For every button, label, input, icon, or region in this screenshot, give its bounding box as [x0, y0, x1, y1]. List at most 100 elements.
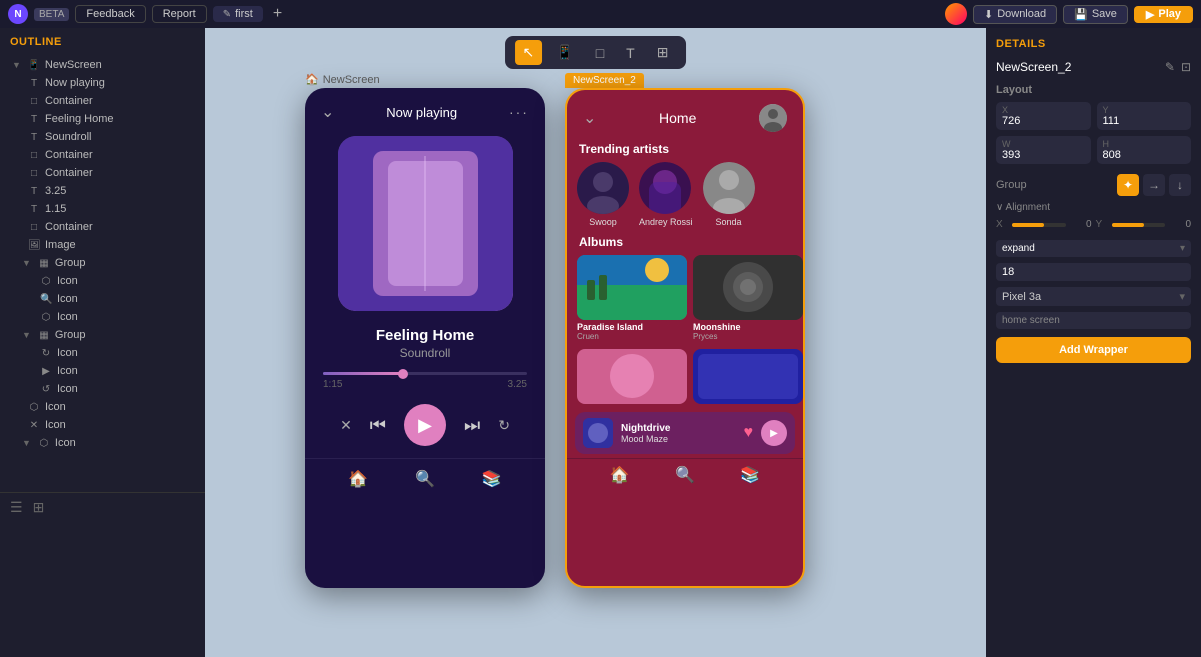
pointer-tool[interactable]: ↖ [515, 40, 543, 65]
prev-button[interactable]: ⏮ [370, 415, 386, 436]
now-playing-bar: Nightdrive Mood Maze ♥ ▶ [575, 412, 795, 454]
sidebar-item-group1[interactable]: ▼ ▦ Group [0, 254, 205, 272]
play-button[interactable]: ▶ Play [1134, 6, 1193, 23]
npb-artist: Mood Maze [621, 434, 736, 444]
sidebar-item-icon4[interactable]: ↻ Icon [0, 344, 205, 362]
sidebar-item-icon9[interactable]: ▼ ⬡ Icon [0, 434, 205, 452]
save-button[interactable]: 💾 Save [1063, 5, 1128, 24]
h-label: H [1103, 139, 1186, 149]
edit-name-icon[interactable]: ✎ [1165, 60, 1175, 74]
search-nav-icon[interactable]: 🔍 [415, 469, 435, 489]
group-arrow-right-btn[interactable]: → [1143, 174, 1165, 196]
details-header: DETAILS [996, 38, 1191, 50]
albums-grid-2 [567, 345, 803, 408]
play-pause-button[interactable]: ▶ [404, 404, 446, 446]
expand-dropdown[interactable]: expand ▾ [996, 240, 1191, 257]
icon-type: ↺ [40, 384, 52, 395]
artist-photo [577, 162, 629, 214]
y-field[interactable]: Y 111 [1097, 102, 1192, 130]
frame-icon[interactable]: ⊡ [1181, 60, 1191, 74]
x-value: 726 [1002, 115, 1085, 127]
icon-type: 🔍 [40, 294, 52, 305]
add-tab-button[interactable]: + [269, 5, 286, 23]
y-align-slider[interactable] [1112, 223, 1166, 227]
sidebar-item-container4[interactable]: □ Container [0, 218, 205, 236]
icon-type: ⬡ [40, 276, 52, 287]
group-arrow-down-btn[interactable]: ↓ [1169, 174, 1191, 196]
library-nav-icon[interactable]: 📚 [482, 469, 502, 489]
sidebar-item-soundroll[interactable]: T Soundroll [0, 128, 205, 146]
sidebar-item-icon7[interactable]: ⬡ Icon [0, 398, 205, 416]
first-tab[interactable]: ✎ first [213, 6, 263, 22]
artist-item: Swoop [577, 162, 629, 227]
npb-info: Nightdrive Mood Maze [621, 423, 736, 444]
download-button[interactable]: ⬇ Download [973, 5, 1057, 24]
screen1-phone: ⌄ Now playing ··· Feeling Home S [305, 88, 545, 588]
artist-item: Sonda [703, 162, 755, 227]
sidebar-item-icon1[interactable]: ⬡ Icon [0, 272, 205, 290]
sidebar-item-image[interactable]: 🖼 Image [0, 236, 205, 254]
home-nav-icon[interactable]: 🏠 [348, 469, 368, 489]
sidebar-item-icon8[interactable]: ✕ Icon [0, 416, 205, 434]
beta-badge: BETA [34, 8, 69, 21]
caret-icon: ▼ [12, 60, 21, 70]
sidebar-item-icon2[interactable]: 🔍 Icon [0, 290, 205, 308]
home-icon[interactable]: 🏠 [610, 465, 630, 485]
report-button[interactable]: Report [152, 5, 207, 23]
w-field[interactable]: W 393 [996, 136, 1091, 164]
h-field[interactable]: H 808 [1097, 136, 1192, 164]
sidebar-item-icon3[interactable]: ⬡ Icon [0, 308, 205, 326]
heart-icon[interactable]: ♥ [744, 424, 754, 442]
x-align-row: X 0 [996, 219, 1092, 230]
device-dropdown[interactable]: Pixel 3a ▾ [996, 287, 1191, 306]
y-align-label: Y [1096, 219, 1106, 230]
rect-tool[interactable]: □ [588, 41, 612, 65]
sidebar-item-group2[interactable]: ▼ ▦ Group [0, 326, 205, 344]
artist-photo [703, 162, 755, 214]
search-icon[interactable]: 🔍 [675, 465, 695, 485]
layers-icon[interactable]: ☰ [10, 499, 23, 516]
y-align-fill [1112, 223, 1144, 227]
outline-sidebar: OUTLINE ▼ 📱 NewScreen T Now playing □ Co… [0, 28, 205, 657]
library-icon[interactable]: 📚 [740, 465, 760, 485]
album-art-3 [577, 349, 687, 404]
playback-controls: ✕ ⏮ ▶ ⏭ ↻ [305, 398, 545, 452]
sidebar-item-newscreen[interactable]: ▼ 📱 NewScreen [0, 56, 205, 74]
repeat-button[interactable]: ↻ [498, 417, 510, 434]
add-wrapper-button[interactable]: Add Wrapper [996, 337, 1191, 363]
group-star-btn[interactable]: ✦ [1117, 174, 1139, 196]
next-button[interactable]: ⏭ [464, 415, 480, 436]
screen-name-row: NewScreen_2 ✎ ⊡ [996, 60, 1191, 74]
progress-track[interactable] [323, 372, 527, 375]
feedback-button[interactable]: Feedback [75, 5, 145, 23]
panel-action-icons: ✎ ⊡ [1165, 60, 1191, 74]
text-tool[interactable]: T [618, 41, 643, 65]
x-align-slider[interactable] [1012, 223, 1066, 227]
home-chevron-icon: ⌄ [583, 108, 596, 128]
sidebar-item-icon5[interactable]: ▶ Icon [0, 362, 205, 380]
mobile-frame-tool[interactable]: 📱 [548, 40, 581, 65]
grid-tool[interactable]: ⊞ [649, 40, 677, 65]
num-field[interactable]: 18 [996, 263, 1191, 281]
npb-play-button[interactable]: ▶ [761, 420, 787, 446]
user-avatar [945, 3, 967, 25]
components-icon[interactable]: ⊞ [33, 499, 45, 516]
w-value: 393 [1002, 149, 1085, 161]
h-value: 808 [1103, 149, 1186, 161]
canvas[interactable]: ↖ 📱 □ T ⊞ 🏠 NewScreen ⌄ Now playing ··· [205, 28, 986, 657]
album-art-paradise [577, 255, 687, 320]
sidebar-item-container2[interactable]: □ Container [0, 146, 205, 164]
sidebar-item-3-25[interactable]: T 3.25 [0, 182, 205, 200]
sidebar-item-nowplaying[interactable]: T Now playing [0, 74, 205, 92]
caret-icon: ▼ [22, 258, 31, 268]
y-label: Y [1103, 105, 1186, 115]
sidebar-item-feelinghome[interactable]: T Feeling Home [0, 110, 205, 128]
x-field[interactable]: X 726 [996, 102, 1091, 130]
screen-type-label[interactable]: home screen [996, 312, 1191, 329]
sidebar-item-container1[interactable]: □ Container [0, 92, 205, 110]
sidebar-item-icon6[interactable]: ↺ Icon [0, 380, 205, 398]
shuffle-button[interactable]: ✕ [340, 417, 352, 434]
sidebar-item-1-15[interactable]: T 1.15 [0, 200, 205, 218]
sidebar-item-container3[interactable]: □ Container [0, 164, 205, 182]
icon-type: ↻ [40, 348, 52, 359]
